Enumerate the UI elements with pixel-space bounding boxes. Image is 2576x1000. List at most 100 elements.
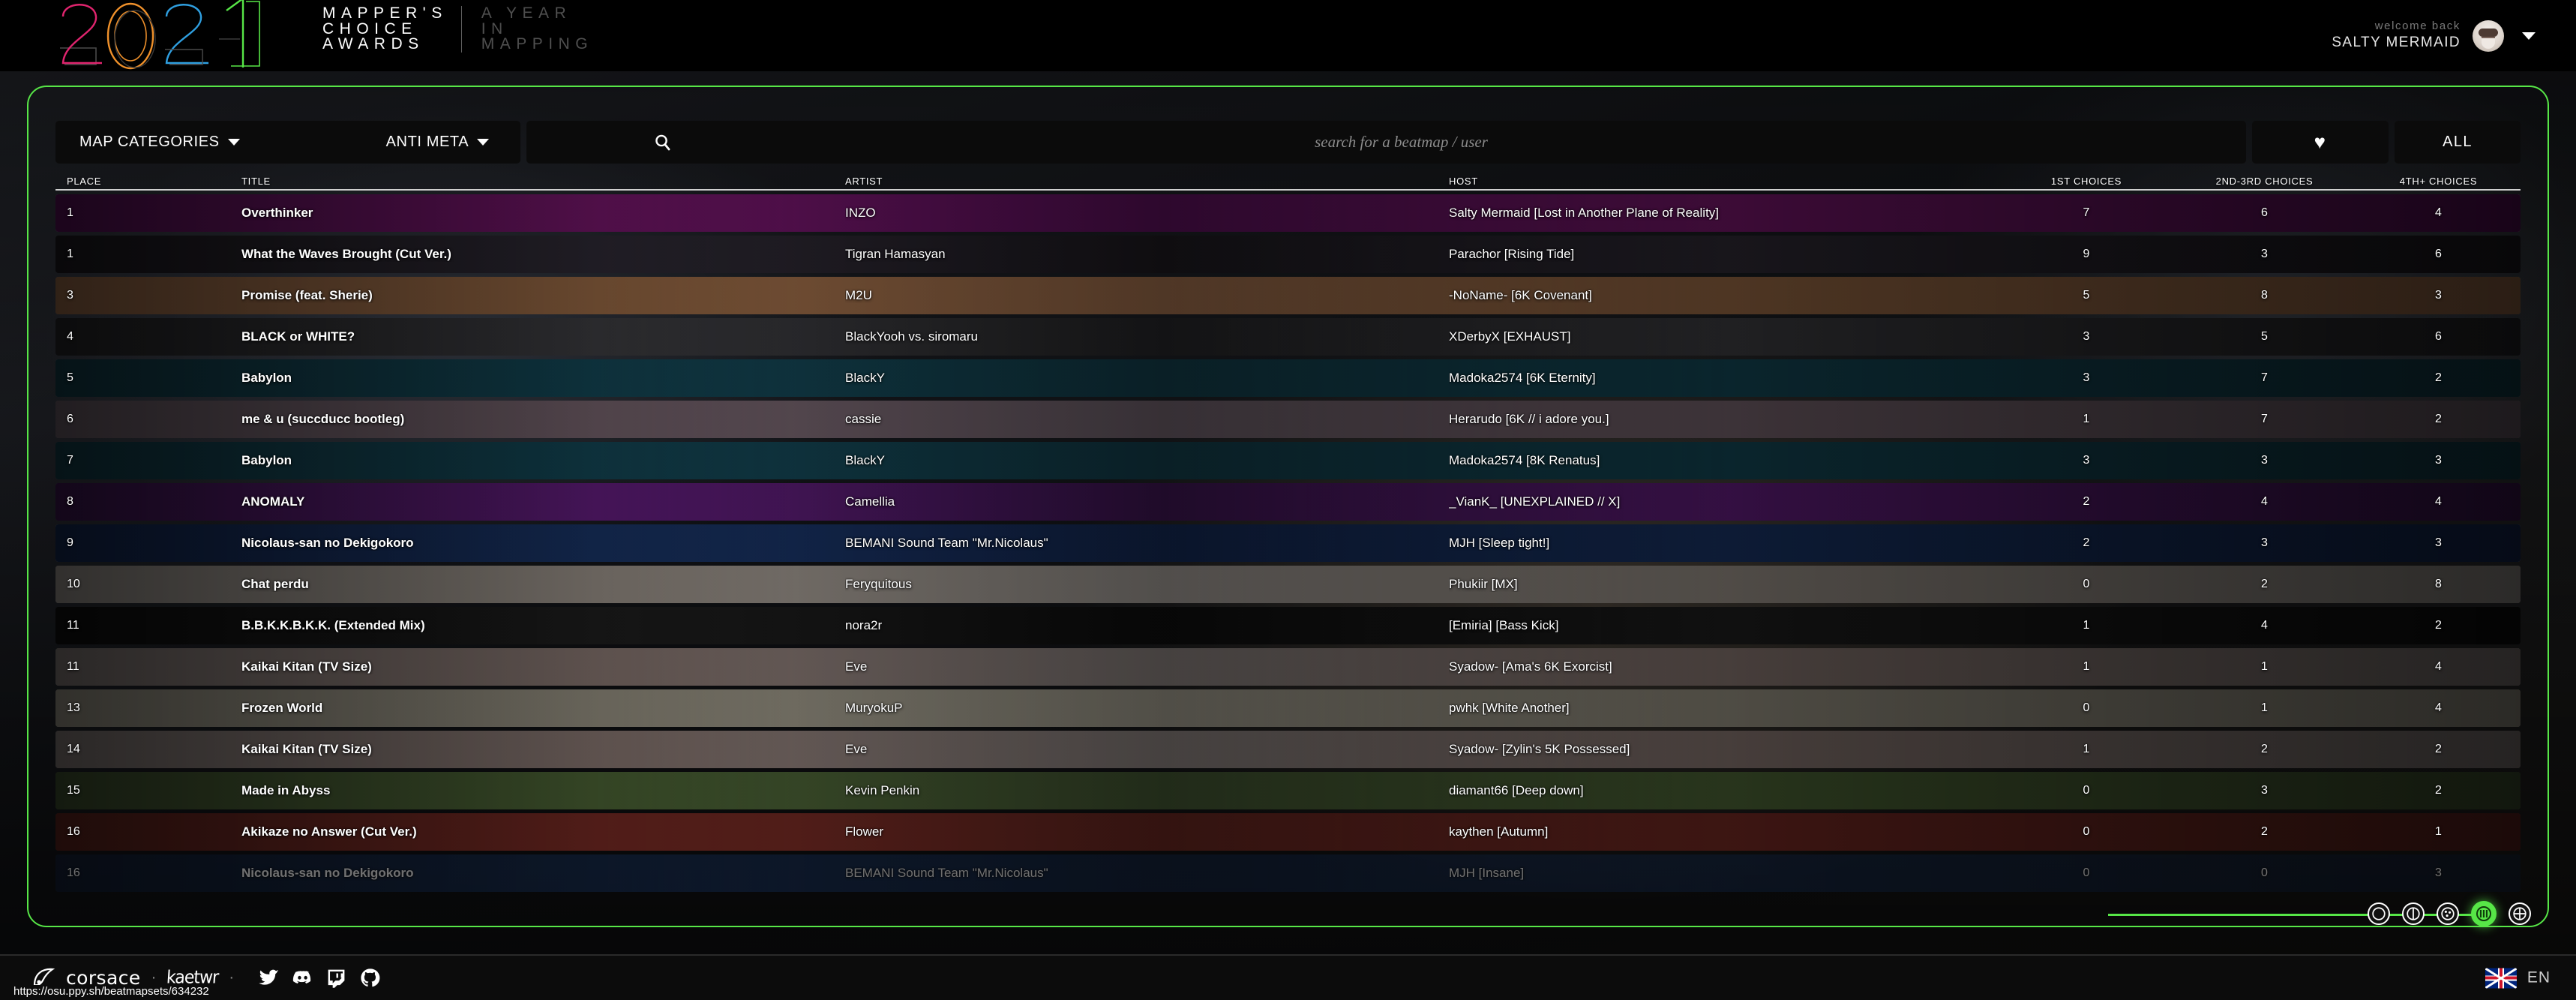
row-place: 14 (67, 743, 80, 755)
row-4th-plus-choices: 3 (2435, 536, 2442, 549)
table-row[interactable]: 15 Made in Abyss Kevin Penkin diamant66 [De… (55, 772, 2521, 809)
table-row[interactable]: 6 me & u (succducc bootleg) cassie Herarudo… (55, 401, 2521, 438)
column-header-4th-plus-choices[interactable]: 4TH+ CHOICES (2356, 176, 2521, 187)
row-place: 8 (67, 495, 73, 508)
discord-icon[interactable] (292, 967, 313, 989)
footer-separator: · (151, 969, 157, 986)
table-row[interactable]: 14 Kaikai Kitan (TV Size) Eve Syadow- [Zyli… (55, 731, 2521, 768)
row-title: Akikaze no Answer (Cut Ver.) (241, 824, 417, 839)
table-row[interactable]: 1 Overthinker INZO Salty Mermaid [Lost in A… (55, 194, 2521, 232)
table-row[interactable]: 1 What the Waves Brought (Cut Ver.) Tigran… (55, 236, 2521, 273)
row-1st-choices: 5 (2083, 289, 2090, 302)
row-artist: Flower (845, 824, 884, 839)
all-filter-button[interactable]: ALL (2395, 121, 2521, 164)
column-header-1st-choices[interactable]: 1ST CHOICES (2000, 176, 2173, 187)
all-filter-label: ALL (2443, 134, 2473, 150)
row-host: MJH [Insane] (1449, 866, 1525, 880)
row-title: Overthinker (241, 206, 313, 220)
row-1st-choices: 0 (2083, 578, 2090, 590)
github-icon[interactable] (359, 967, 381, 989)
row-2nd-3rd-choices: 7 (2261, 413, 2268, 425)
row-place: 16 (67, 825, 80, 838)
column-header-artist[interactable]: ARTIST (845, 176, 1449, 187)
row-artist: Camellia (845, 494, 895, 509)
row-1st-choices: 1 (2083, 413, 2090, 425)
row-artist: MuryokuP (845, 701, 903, 715)
row-host: Parachor [Rising Tide] (1449, 247, 1575, 261)
twitch-icon[interactable] (325, 967, 347, 989)
column-header-title[interactable]: TITLE (241, 176, 845, 187)
row-1st-choices: 0 (2083, 701, 2090, 714)
gamemode-osu-storyboard-icon[interactable] (2509, 902, 2531, 925)
map-categories-dropdown[interactable]: MAP CATEGORIES (79, 134, 240, 151)
row-2nd-3rd-choices: 2 (2261, 825, 2268, 838)
column-header-host[interactable]: HOST (1449, 176, 2000, 187)
row-place: 13 (67, 701, 80, 714)
table-row[interactable]: 11 B.B.K.K.B.K.K. (Extended Mix) nora2r [Em… (55, 607, 2521, 644)
table-row[interactable]: 16 Akikaze no Answer (Cut Ver.) Flower kayt… (55, 813, 2521, 851)
year-logo-2021 (52, 0, 277, 75)
gamemode-osu-catch-icon[interactable] (2437, 902, 2459, 925)
column-header-2nd-3rd-choices[interactable]: 2ND-3RD CHOICES (2173, 176, 2356, 187)
table-row[interactable]: 10 Chat perdu Feryquitous Phukiir [MX] 0 2 8 (55, 566, 2521, 603)
chevron-down-icon[interactable] (2522, 32, 2536, 40)
anti-meta-dropdown[interactable]: ANTI META (386, 134, 490, 151)
row-4th-plus-choices: 6 (2435, 248, 2442, 260)
row-1st-choices: 1 (2083, 743, 2090, 755)
search-input[interactable] (526, 121, 2246, 164)
twitter-icon[interactable] (258, 967, 280, 989)
row-4th-plus-choices: 1 (2435, 825, 2442, 838)
row-2nd-3rd-choices: 2 (2261, 578, 2268, 590)
filter-toolbar: MAP CATEGORIES ANTI META ♥ ALL (55, 121, 2521, 164)
flag-uk-icon[interactable] (2485, 968, 2517, 988)
heart-icon: ♥ (2314, 131, 2327, 153)
column-header-place[interactable]: PLACE (55, 176, 241, 187)
row-artist: BEMANI Sound Team "Mr.Nicolaus" (845, 866, 1048, 880)
gamemode-osu-mania-icon[interactable] (2471, 901, 2497, 926)
leaderboard-table: PLACE TITLE ARTIST HOST 1ST CHOICES 2ND-… (55, 171, 2521, 910)
map-categories-label: MAP CATEGORIES (79, 134, 220, 150)
site-footer: corsace · kaetwr · EN https://osu.ppy.sh… (0, 954, 2576, 1000)
row-1st-choices: 7 (2083, 206, 2090, 219)
favourites-filter-button[interactable]: ♥ (2252, 121, 2389, 164)
row-artist: BEMANI Sound Team "Mr.Nicolaus" (845, 536, 1048, 550)
row-place: 1 (67, 248, 73, 260)
table-row[interactable]: 7 Babylon BlackY Madoka2574 [8K Renatus] 3 3 3 (55, 442, 2521, 479)
gamemode-osu-taiko-icon[interactable] (2402, 902, 2425, 925)
row-4th-plus-choices: 2 (2435, 371, 2442, 384)
row-2nd-3rd-choices: 0 (2261, 866, 2268, 879)
row-4th-plus-choices: 4 (2435, 206, 2442, 219)
row-1st-choices: 3 (2083, 454, 2090, 467)
row-title: Kaikai Kitan (TV Size) (241, 659, 372, 674)
user-menu[interactable]: welcome back SALTY MERMAID (2332, 0, 2536, 71)
table-body: 1 Overthinker INZO Salty Mermaid [Lost in A… (55, 194, 2521, 892)
table-row[interactable]: 3 Promise (feat. Sherie) M2U -NoName- [6K C… (55, 277, 2521, 314)
table-row[interactable]: 4 BLACK or WHITE? BlackYooh vs. siromaru XD… (55, 318, 2521, 356)
avatar[interactable] (2473, 20, 2504, 52)
row-2nd-3rd-choices: 6 (2261, 206, 2268, 219)
table-row[interactable]: 16 Nicolaus-san no Dekigokoro BEMANI Sound… (55, 854, 2521, 892)
table-row[interactable]: 5 Babylon BlackY Madoka2574 [6K Eternity] 3 7… (55, 359, 2521, 397)
row-4th-plus-choices: 4 (2435, 701, 2442, 714)
row-4th-plus-choices: 8 (2435, 578, 2442, 590)
gamemode-osu-standard-icon[interactable] (2368, 902, 2390, 925)
row-host: Madoka2574 [6K Eternity] (1449, 371, 1596, 385)
search-container[interactable] (526, 121, 2246, 164)
row-title: Chat perdu (241, 577, 309, 591)
table-row[interactable]: 9 Nicolaus-san no Dekigokoro BEMANI Sound … (55, 524, 2521, 562)
row-place: 1 (67, 206, 73, 219)
row-4th-plus-choices: 2 (2435, 784, 2442, 797)
page-subtitle: A YEAR IN MAPPING (481, 5, 594, 53)
row-2nd-3rd-choices: 4 (2261, 619, 2268, 632)
table-row[interactable]: 11 Kaikai Kitan (TV Size) Eve Syadow- [Ama'… (55, 648, 2521, 686)
row-artist: Tigran Hamasyan (845, 247, 946, 261)
table-row[interactable]: 8 ANOMALY Camellia _VianK_ [UNEXPLAINED // … (55, 483, 2521, 521)
language-selector[interactable]: EN (2485, 968, 2551, 988)
row-title: BLACK or WHITE? (241, 329, 355, 344)
row-2nd-3rd-choices: 3 (2261, 454, 2268, 467)
row-4th-plus-choices: 2 (2435, 619, 2442, 632)
table-row[interactable]: 13 Frozen World MuryokuP pwhk [White Anothe… (55, 689, 2521, 727)
row-1st-choices: 3 (2083, 330, 2090, 343)
row-host: -NoName- [6K Covenant] (1449, 288, 1592, 302)
row-place: 11 (67, 660, 79, 673)
